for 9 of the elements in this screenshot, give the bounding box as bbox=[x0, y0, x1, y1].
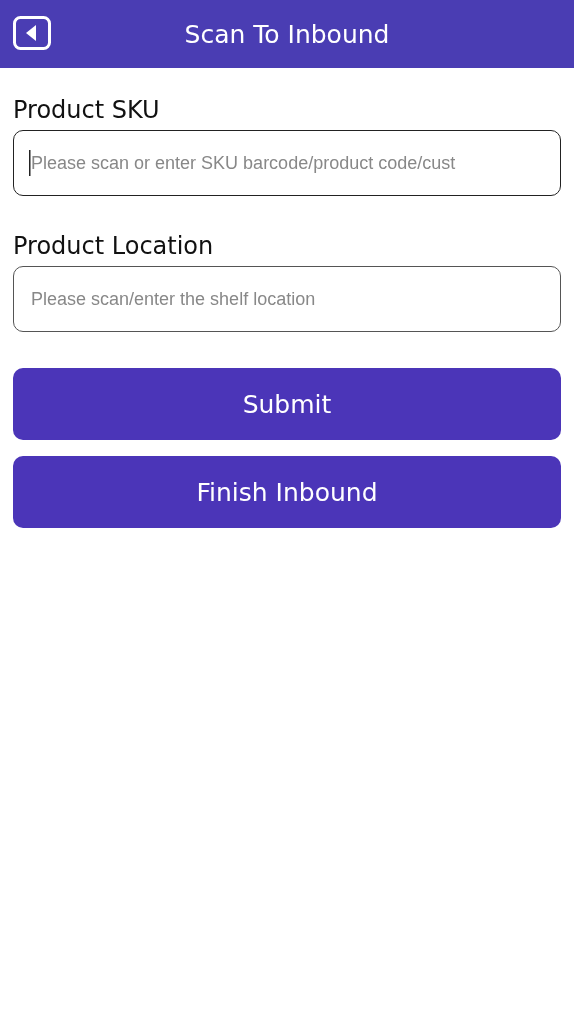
page-title: Scan To Inbound bbox=[184, 19, 390, 49]
back-icon bbox=[13, 16, 51, 50]
input-field[interactable]: Please scan/enter the shelf location bbox=[13, 266, 561, 332]
input-field[interactable]: Please scan or enter SKU barcode/product code/cust bbox=[13, 130, 561, 196]
field-label: Product Location bbox=[13, 232, 215, 260]
back-button[interactable] bbox=[13, 16, 51, 50]
finish-button[interactable]: Finish Inbound bbox=[13, 456, 561, 528]
field-label: Product SKU bbox=[13, 96, 161, 124]
submit-button[interactable]: Submit bbox=[13, 368, 561, 440]
